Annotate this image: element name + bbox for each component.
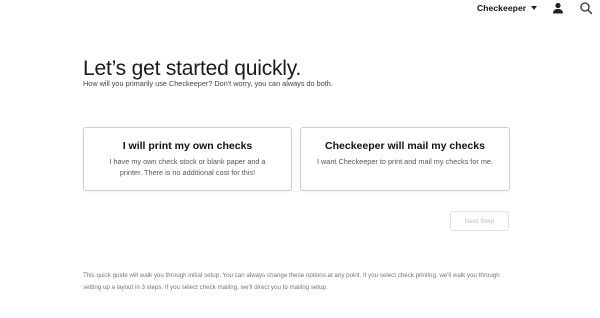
option-description: I have my own check stock or blank paper…	[109, 157, 266, 177]
page-subtitle: How will you primarily use Checkeeper? D…	[83, 79, 333, 88]
search-icon[interactable]	[579, 1, 593, 15]
setup-guide-note: This quick guide will walk you through i…	[83, 272, 500, 291]
option-title: Checkeeper will mail my checks	[325, 140, 485, 152]
option-description: I want Checkeeper to print and mail my c…	[316, 157, 493, 166]
chevron-down-icon	[531, 6, 538, 10]
page-title: Let’s get started quickly.	[83, 57, 302, 80]
user-icon[interactable]	[551, 1, 565, 15]
mail-checks-option[interactable]: Checkeeper will mail my checks I want Ch…	[300, 127, 510, 191]
option-title: I will print my own checks	[122, 140, 253, 152]
account-name: Checkeeper	[477, 3, 527, 13]
top-bar: Checkeeper	[0, 0, 600, 16]
print-own-checks-option[interactable]: I will print my own checks I have my own…	[83, 127, 292, 191]
account-menu[interactable]: Checkeeper	[477, 3, 538, 13]
next-step-button[interactable]: Next Step	[450, 211, 509, 231]
